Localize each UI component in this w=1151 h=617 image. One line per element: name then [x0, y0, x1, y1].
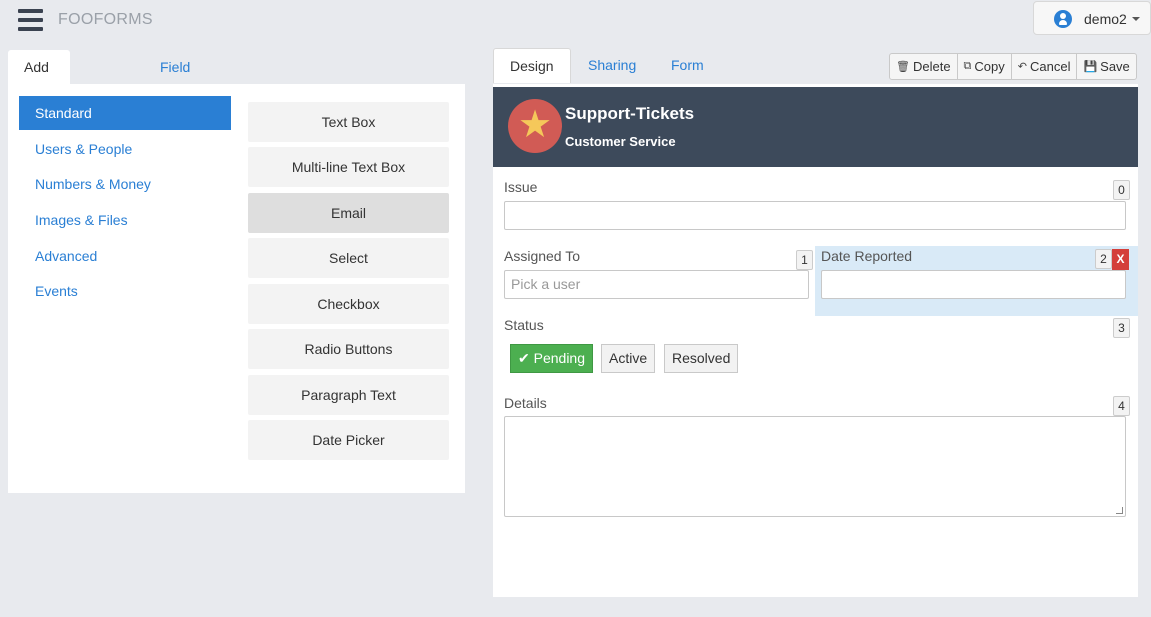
field-type-paragraph-text[interactable]: Paragraph Text [248, 375, 449, 415]
field-label-status: Status [504, 317, 544, 333]
delete-button[interactable]: 🗑 Delete [889, 53, 958, 80]
user-menu[interactable]: demo2 [1033, 1, 1151, 35]
undo-icon: ↶ [1017, 61, 1027, 73]
cancel-button[interactable]: ↶ Cancel [1010, 53, 1078, 80]
status-option-active[interactable]: Active [601, 344, 656, 373]
menu-icon[interactable] [18, 9, 43, 31]
field-palette: Standard Users & People Numbers & Money … [8, 84, 465, 493]
category-standard[interactable]: Standard [19, 96, 231, 130]
form-actions: 🗑 Delete ⧉ Copy ↶ Cancel 💾 Save [889, 53, 1137, 80]
field-index-badge: 1 [796, 250, 813, 270]
tab-add-new-field[interactable]: Add a New Field [8, 50, 71, 177]
field-type-email[interactable]: Email [248, 193, 449, 233]
category-advanced[interactable]: Advanced [19, 239, 231, 273]
field-type-multiline-text-box[interactable]: Multi-line Text Box [248, 147, 449, 187]
user-avatar-icon [1054, 10, 1072, 28]
remove-field-button[interactable]: X [1112, 249, 1129, 270]
tab-field-settings[interactable]: Field Settings [144, 50, 227, 109]
category-users-people[interactable]: Users & People [19, 132, 231, 166]
trash-icon: 🗑 [896, 61, 910, 73]
form-designer: ★ Support-Tickets Customer Service Issue… [493, 84, 1138, 597]
field-label-date-reported: Date Reported [821, 248, 913, 264]
status-option-resolved[interactable]: Resolved [664, 344, 739, 373]
copy-icon: ⧉ [963, 60, 972, 72]
field-label-issue: Issue [504, 179, 538, 195]
tab-design[interactable]: Design [493, 48, 571, 83]
field-type-radio-buttons[interactable]: Radio Buttons [248, 329, 449, 369]
field-type-text-box[interactable]: Text Box [248, 102, 449, 142]
status-option-pending[interactable]: ✔ Pending [510, 344, 594, 373]
check-icon: ✔ [518, 350, 530, 366]
assigned-to-input[interactable]: Pick a user [504, 270, 809, 299]
field-index-badge: 0 [1113, 180, 1130, 200]
category-images-files[interactable]: Images & Files [19, 203, 231, 237]
tab-form-events[interactable]: Form Events [671, 48, 714, 108]
caret-down-icon [1132, 17, 1140, 21]
top-bar: FOOFORMS demo2 [0, 0, 1151, 40]
category-events[interactable]: Events [19, 274, 231, 308]
star-icon: ★ [508, 99, 562, 153]
field-label-assigned-to: Assigned To [504, 248, 581, 264]
save-button[interactable]: 💾 Save [1076, 53, 1137, 80]
form-title: Support-Tickets [565, 104, 695, 123]
field-type-checkbox[interactable]: Checkbox [248, 284, 449, 324]
category-numbers-money[interactable]: Numbers & Money [19, 167, 231, 201]
form-subtitle: Customer Service [565, 134, 676, 149]
floppy-icon: 💾 [1083, 61, 1098, 73]
details-textarea[interactable] [504, 416, 1126, 517]
field-index-badge: 4 [1113, 396, 1130, 416]
field-type-date-picker[interactable]: Date Picker [248, 420, 449, 460]
copy-button[interactable]: ⧉ Copy [956, 53, 1012, 80]
issue-input[interactable] [504, 201, 1126, 230]
user-name: demo2 [1084, 11, 1127, 27]
resize-handle-icon[interactable] [1116, 507, 1123, 514]
field-index-badge: 2 [1095, 249, 1112, 269]
form-header: ★ Support-Tickets Customer Service [493, 87, 1138, 167]
date-reported-input[interactable] [821, 270, 1126, 299]
tab-sharing[interactable]: Sharing [588, 48, 636, 83]
app-brand: FOOFORMS [58, 11, 153, 28]
field-index-badge: 3 [1113, 318, 1130, 338]
field-label-details: Details [504, 395, 547, 411]
field-type-select[interactable]: Select [248, 238, 449, 278]
